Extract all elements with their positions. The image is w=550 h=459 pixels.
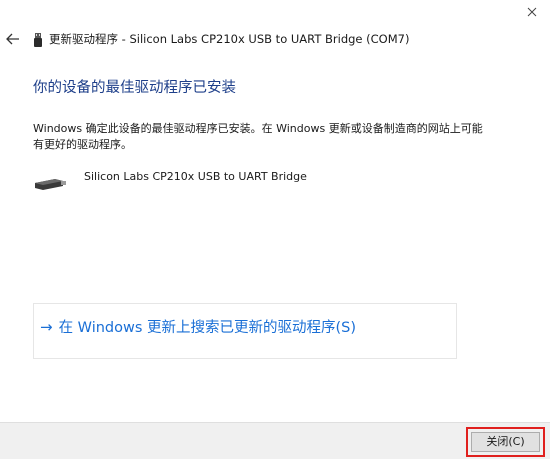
device-name: Silicon Labs CP210x USB to UART Bridge bbox=[84, 170, 307, 183]
title-bar: 更新驱动程序 - Silicon Labs CP210x USB to UART… bbox=[0, 28, 550, 50]
close-button-highlight: 关闭(C) bbox=[466, 427, 545, 457]
page-heading: 你的设备的最佳驱动程序已安装 bbox=[33, 80, 236, 96]
back-arrow-icon[interactable] bbox=[4, 28, 22, 50]
close-icon[interactable] bbox=[524, 4, 540, 20]
arrow-right-icon: → bbox=[40, 317, 53, 336]
device-small-icon bbox=[33, 32, 43, 47]
window-title: 更新驱动程序 - Silicon Labs CP210x USB to UART… bbox=[49, 32, 410, 46]
update-driver-dialog: 更新驱动程序 - Silicon Labs CP210x USB to UART… bbox=[0, 0, 550, 459]
search-update-panel: → 在 Windows 更新上搜索已更新的驱动程序(S) bbox=[33, 303, 457, 359]
device-row: Silicon Labs CP210x USB to UART Bridge bbox=[33, 168, 433, 192]
description-text: Windows 确定此设备的最佳驱动程序已安装。在 Windows 更新或设备制… bbox=[33, 122, 483, 151]
close-button[interactable]: 关闭(C) bbox=[471, 432, 540, 452]
usb-device-icon bbox=[33, 176, 67, 190]
search-windows-update-link[interactable]: → 在 Windows 更新上搜索已更新的驱动程序(S) bbox=[40, 316, 356, 337]
search-link-label: 在 Windows 更新上搜索已更新的驱动程序(S) bbox=[58, 320, 357, 336]
